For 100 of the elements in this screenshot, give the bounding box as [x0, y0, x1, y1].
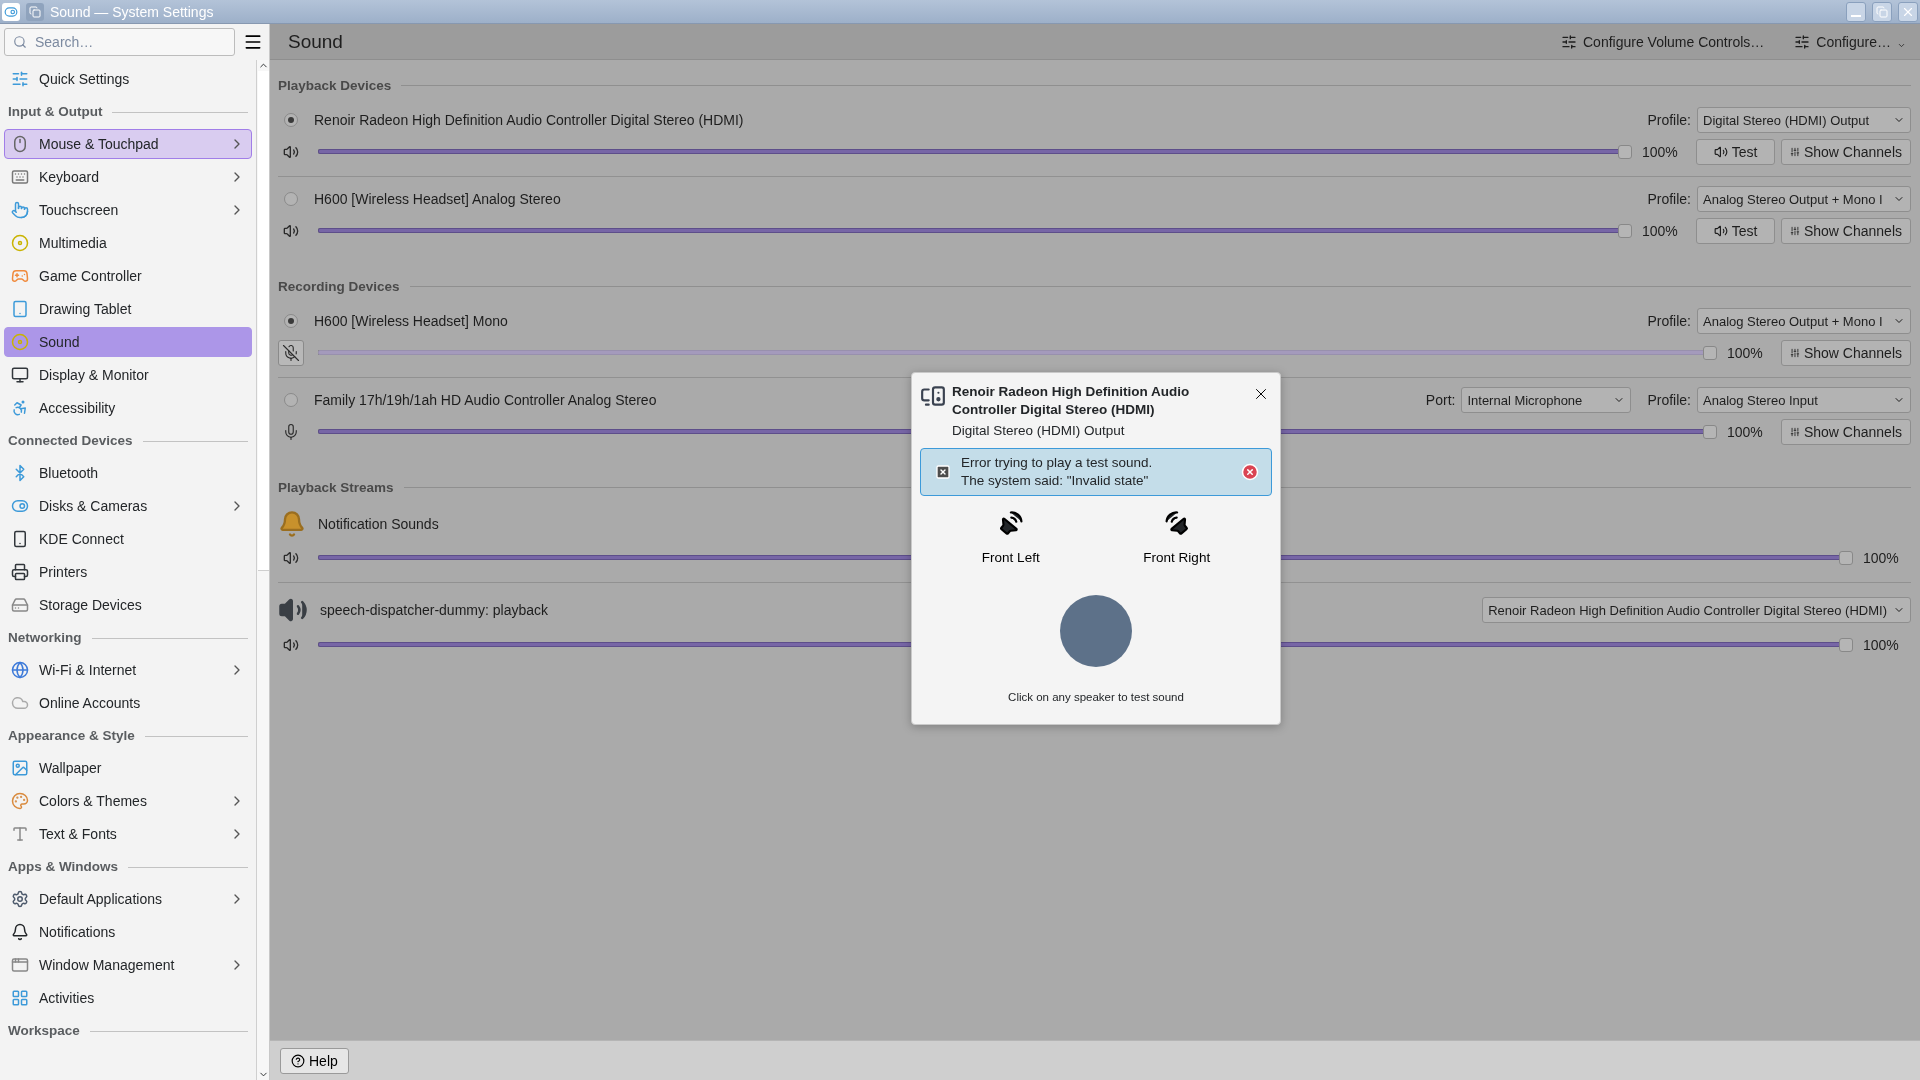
sidebar-item[interactable]: Text & Fonts — [4, 818, 252, 849]
sidebar-item[interactable]: Quick Settings — [4, 63, 252, 94]
accessibility-icon — [11, 398, 29, 417]
stream-name: speech-dispatcher-dummy: playback — [320, 602, 548, 618]
sidebar-item[interactable]: Drawing Tablet — [4, 293, 252, 324]
speaker-button[interactable]: Front Right — [1135, 506, 1219, 569]
sound-card-icon — [920, 383, 946, 409]
sidebar-item[interactable]: Colors & Themes — [4, 785, 252, 816]
menu-icon — [243, 32, 263, 52]
mouse-icon — [11, 134, 29, 153]
sidebar-item[interactable]: Storage Devices — [4, 589, 252, 620]
monitor-icon — [11, 365, 29, 384]
test-button[interactable]: Test — [1696, 139, 1775, 165]
device-dropdown[interactable]: Renoir Radeon High Definition Audio Controller Digital Stereo (HDMI) — [1482, 597, 1911, 623]
show-channels-button[interactable]: Show Channels — [1781, 139, 1911, 165]
section-heading: Input & Output — [8, 103, 103, 119]
help-icon — [291, 1053, 305, 1068]
sidebar-item[interactable]: Touchscreen — [4, 194, 252, 225]
sidebar-item[interactable]: Wi-Fi & Internet — [4, 654, 252, 685]
sidebar-item[interactable]: Keyboard — [4, 161, 252, 192]
sidebar-item[interactable]: Wallpaper — [4, 752, 252, 783]
sidebar-item[interactable]: Bluetooth — [4, 457, 252, 488]
dialog-subtitle: Digital Stereo (HDMI) Output — [952, 423, 1126, 438]
phone-icon — [11, 529, 29, 548]
maximize-button[interactable] — [1872, 1, 1892, 22]
radio-button[interactable] — [284, 314, 298, 328]
section-heading: Networking — [8, 629, 82, 645]
palette-icon — [11, 791, 29, 810]
slider-handle[interactable] — [1618, 224, 1632, 238]
help-button[interactable]: Help — [280, 1047, 349, 1074]
sidebar-item[interactable]: Window Management — [4, 949, 252, 980]
sidebar-item[interactable]: Accessibility — [4, 392, 252, 423]
slider-handle[interactable] — [1839, 551, 1853, 565]
section-heading: Apps & Windows — [8, 858, 119, 874]
show-channels-button[interactable]: Show Channels — [1781, 218, 1911, 244]
sidebar-item[interactable]: Notifications — [4, 916, 252, 947]
profile-dropdown[interactable]: Analog Stereo Input — [1697, 387, 1911, 413]
wallpaper-icon — [11, 758, 29, 777]
sidebar-item[interactable]: Sound — [4, 326, 252, 357]
sidebar-item[interactable]: KDE Connect — [4, 523, 252, 554]
device-name: H600 [Wireless Headset] Analog Stereo — [314, 191, 561, 207]
sidebar-item[interactable]: Disks & Cameras — [4, 490, 252, 521]
sidebar-item[interactable]: Default Applications — [4, 883, 252, 914]
error-icon — [935, 464, 951, 480]
section-heading: Connected Devices — [8, 432, 133, 448]
section-heading: Workspace — [8, 1022, 80, 1038]
bell-icon — [11, 922, 29, 941]
slider-handle[interactable] — [1703, 346, 1717, 360]
gear-icon — [11, 889, 29, 908]
app-icon — [2, 2, 20, 21]
sidebar-item[interactable]: Multimedia — [4, 227, 252, 258]
slider-handle[interactable] — [1839, 638, 1853, 652]
stream-name: Notification Sounds — [318, 516, 439, 532]
close-icon — [1241, 463, 1259, 481]
minimize-button[interactable] — [1846, 1, 1866, 22]
minimize-icon — [1851, 14, 1861, 17]
globe-icon — [11, 660, 29, 679]
sidebar-item[interactable]: Printers — [4, 556, 252, 587]
profile-label: Profile: — [1647, 191, 1691, 207]
sidebar-item[interactable]: Activities — [4, 982, 252, 1013]
port-dropdown[interactable]: Internal Microphone — [1461, 387, 1632, 413]
slider-handle[interactable] — [1703, 425, 1717, 439]
slider-handle[interactable] — [1618, 145, 1632, 159]
mute-button[interactable] — [278, 340, 304, 366]
bell-icon — [278, 510, 306, 538]
speaker-button[interactable]: Front Left — [973, 506, 1048, 569]
device-name: Renoir Radeon High Definition Audio Controller Digital Stereo (HDMI) — [314, 112, 744, 128]
section-heading: Playback Streams — [278, 479, 394, 495]
profile-label: Profile: — [1647, 313, 1691, 329]
volume-reading: 100% — [1863, 637, 1900, 653]
muted-microphone-icon — [282, 344, 300, 362]
sidebar-item[interactable]: Mouse & Touchpad — [4, 128, 252, 159]
search-input[interactable]: Search… — [33, 33, 226, 51]
profile-label: Profile: — [1647, 112, 1691, 128]
sliders-icon — [11, 69, 29, 88]
search-field[interactable]: Search… — [4, 28, 235, 56]
show-channels-button[interactable]: Show Channels — [1781, 340, 1911, 366]
window-icon — [11, 955, 29, 974]
tablet-icon — [11, 299, 29, 318]
test-button[interactable]: Test — [1696, 218, 1775, 244]
sidebar-item[interactable]: Online Accounts — [4, 687, 252, 718]
radio-button[interactable] — [284, 192, 298, 206]
radio-button[interactable] — [284, 113, 298, 127]
restore-icon — [1876, 5, 1888, 18]
radio-button[interactable] — [284, 393, 298, 407]
drive-icon — [11, 595, 29, 614]
profile-dropdown[interactable]: Analog Stereo Output + Mono I — [1697, 186, 1911, 212]
volume-reading: 100% — [1727, 424, 1764, 440]
scrollbar[interactable] — [256, 60, 269, 1080]
profile-dropdown[interactable]: Digital Stereo (HDMI) Output — [1697, 107, 1911, 133]
sidebar-item[interactable]: Display & Monitor — [4, 359, 252, 390]
page-title: Sound — [288, 30, 344, 53]
show-channels-button[interactable]: Show Channels — [1781, 419, 1911, 445]
toolbar-button[interactable]: Configure… — [1790, 31, 1910, 52]
volume-reading: 100% — [1642, 223, 1679, 239]
hint-text: Click on any speaker to test sound — [1008, 691, 1184, 703]
toolbar-button[interactable]: Configure Volume Controls… — [1557, 31, 1769, 52]
volume-reading: 100% — [1642, 144, 1679, 160]
profile-dropdown[interactable]: Analog Stereo Output + Mono I — [1697, 308, 1911, 334]
sidebar-item[interactable]: Game Controller — [4, 260, 252, 291]
